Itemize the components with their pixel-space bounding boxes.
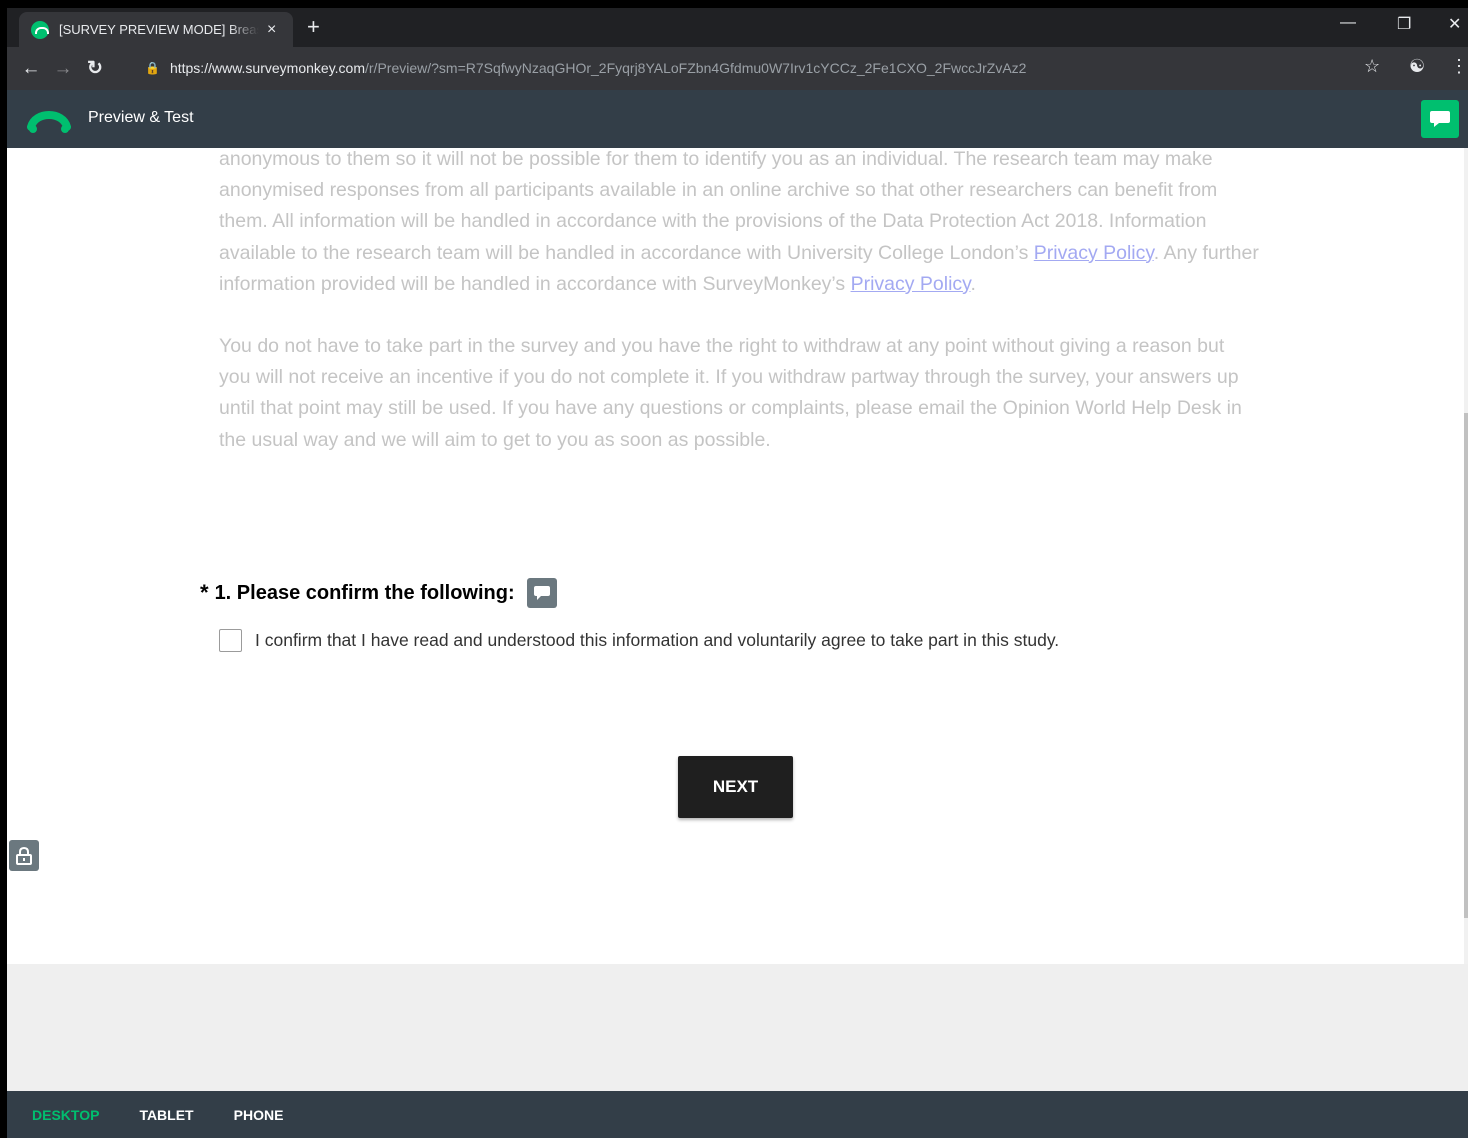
browser-toolbar: ← → ↻ 🔒 https://www.surveymonkey.com/r/P…: [7, 47, 1468, 90]
app-title: Preview & Test: [88, 109, 194, 126]
next-button[interactable]: NEXT: [678, 756, 793, 818]
mode-desktop-tab[interactable]: DESKTOP: [32, 1107, 99, 1123]
surveymonkey-logo-icon[interactable]: [27, 103, 71, 140]
close-window-icon[interactable]: ✕: [1448, 14, 1461, 34]
scrollbar-thumb[interactable]: [1464, 413, 1468, 918]
survey-content: anonymous to them so it will not be poss…: [7, 148, 1464, 964]
confirm-option-label[interactable]: I confirm that I have read and understoo…: [255, 630, 1059, 651]
device-mode-bar: DESKTOP TABLET PHONE: [7, 1091, 1468, 1138]
lock-button[interactable]: [9, 840, 39, 871]
preview-backdrop: [7, 964, 1468, 1091]
answer-option[interactable]: I confirm that I have read and understoo…: [219, 629, 1059, 652]
question-title: 1. Please confirm the following:: [214, 581, 515, 604]
forward-icon[interactable]: →: [47, 58, 79, 80]
comment-button[interactable]: [526, 578, 557, 608]
address-bar[interactable]: 🔒 https://www.surveymonkey.com/r/Preview…: [131, 52, 1361, 84]
required-marker: *: [200, 580, 209, 605]
surveymonkey-privacy-policy-link[interactable]: Privacy Policy: [851, 273, 971, 295]
intro-paragraph-2: You do not have to take part in the surv…: [219, 335, 1242, 451]
new-tab-button[interactable]: +: [307, 14, 320, 40]
surveymonkey-favicon-icon: [31, 20, 49, 39]
bookmark-star-icon[interactable]: ☆: [1364, 56, 1380, 77]
ucl-privacy-policy-link[interactable]: Privacy Policy: [1034, 242, 1154, 264]
confirm-checkbox[interactable]: [219, 629, 242, 652]
feedback-chat-button[interactable]: [1421, 100, 1459, 138]
url-text: https://www.surveymonkey.com/r/Preview/?…: [169, 60, 1027, 76]
secure-lock-icon: 🔒: [145, 61, 160, 75]
menu-dots-icon[interactable]: ⋮: [1450, 56, 1468, 77]
tab-title: [SURVEY PREVIEW MODE] Breast: [59, 22, 259, 37]
incognito-icon[interactable]: ☯: [1409, 56, 1425, 77]
question-heading: * 1. Please confirm the following:: [200, 578, 557, 608]
back-icon[interactable]: ←: [15, 58, 47, 80]
restore-icon[interactable]: ❐: [1397, 14, 1411, 34]
tab-close-icon[interactable]: ×: [267, 21, 276, 39]
comment-icon: [533, 586, 550, 600]
app-header: Preview & Test: [7, 90, 1468, 148]
browser-window: [SURVEY PREVIEW MODE] Breast × + — ❐ ✕ ←…: [7, 8, 1468, 1138]
browser-tab[interactable]: [SURVEY PREVIEW MODE] Breast ×: [19, 12, 293, 47]
intro-paragraph-1: anonymous to them so it will not be poss…: [219, 148, 1259, 295]
minimize-icon[interactable]: —: [1340, 14, 1356, 32]
mode-tablet-tab[interactable]: TABLET: [139, 1107, 193, 1123]
lock-icon: [16, 846, 32, 865]
chat-bubble-icon: [1430, 111, 1450, 127]
reload-icon[interactable]: ↻: [79, 57, 111, 80]
tab-strip: [SURVEY PREVIEW MODE] Breast × + — ❐ ✕: [7, 8, 1468, 47]
intro-text: anonymous to them so it will not be poss…: [219, 148, 1259, 487]
mode-phone-tab[interactable]: PHONE: [234, 1107, 284, 1123]
